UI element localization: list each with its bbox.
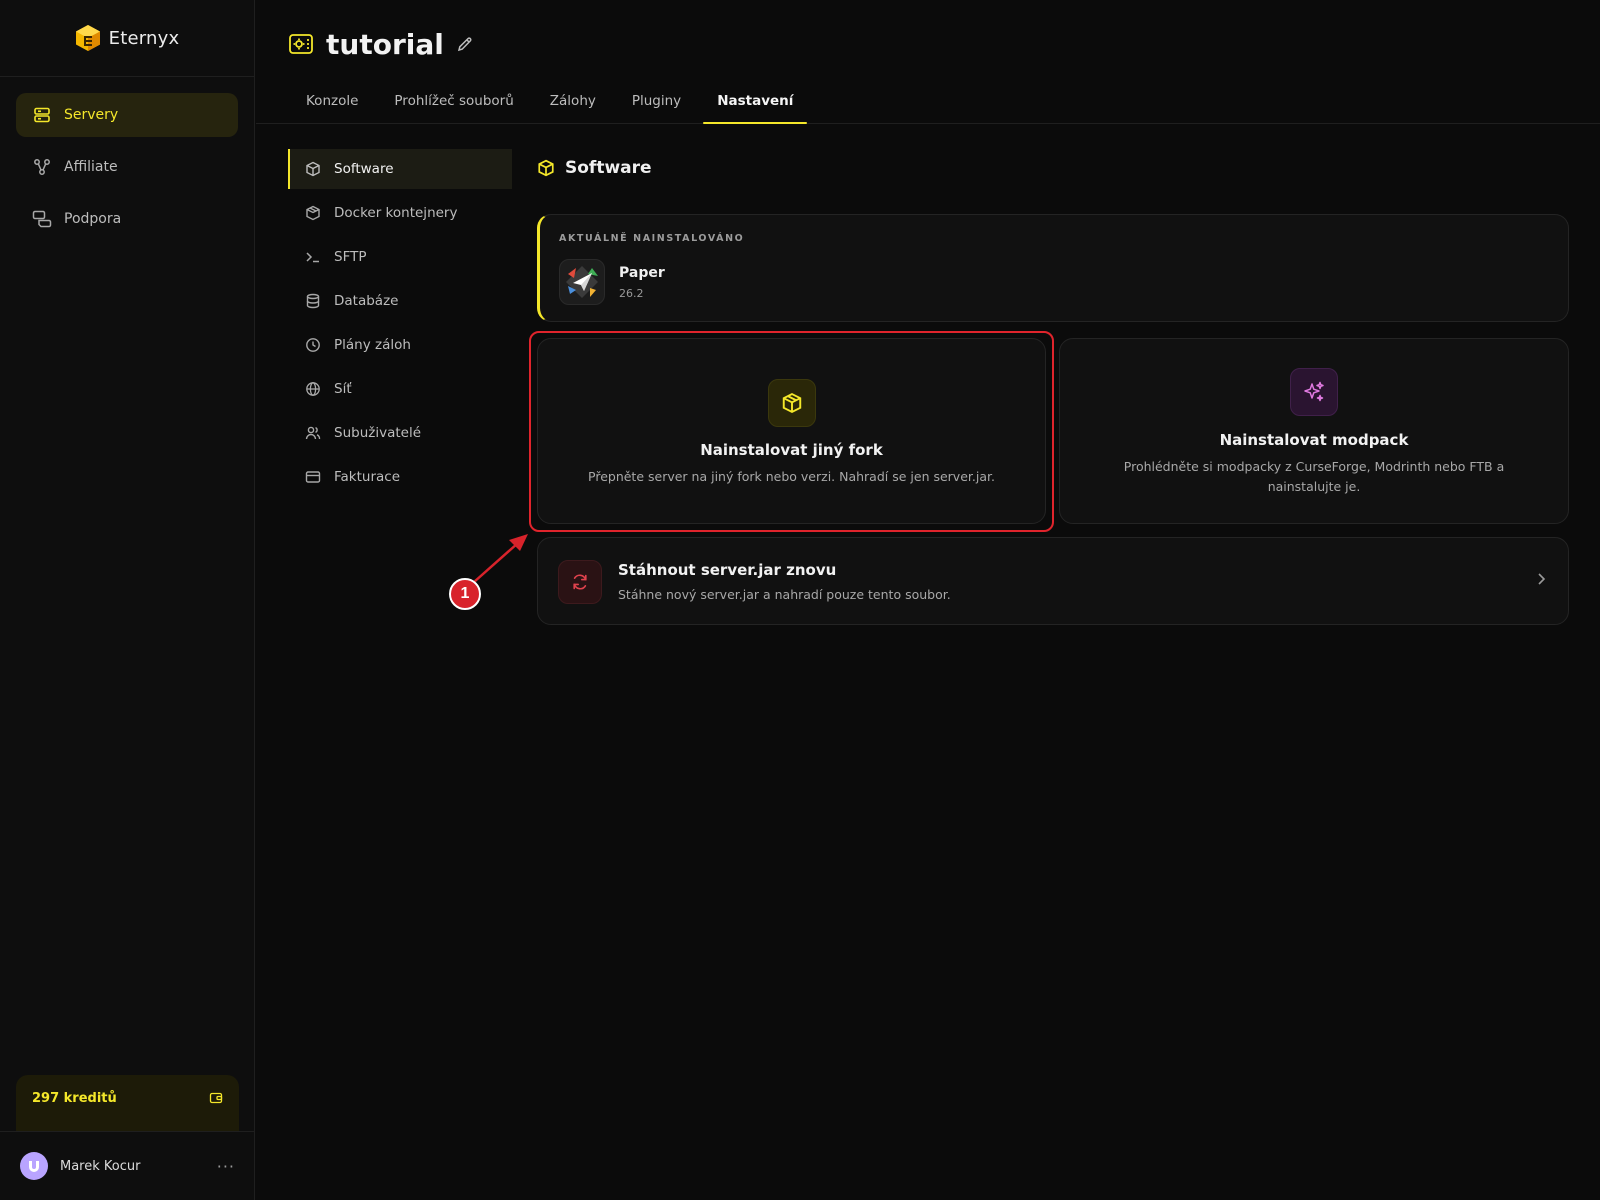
submenu-item-fakturace[interactable]: Fakturace [288,457,512,497]
tab-pluginy[interactable]: Pluginy [614,84,699,124]
sidebar-item-servery[interactable]: Servery [16,93,238,137]
submenu-label: Software [334,161,394,177]
tab-zalohy[interactable]: Zálohy [532,84,614,124]
submenu-item-software[interactable]: Software [288,149,512,189]
more-options-icon[interactable]: ··· [217,1157,235,1176]
main-nav: Servery Affiliate Podpora [0,77,254,257]
section-title: Software [537,156,652,180]
container-icon [304,204,322,222]
page-title: tutorial [326,27,444,61]
clock-icon [304,336,322,354]
submenu-label: SFTP [334,249,367,265]
install-fork-description: Přepněte server na jiný fork nebo verzi.… [588,469,995,484]
submenu-label: Subuživatelé [334,425,422,441]
eternyx-logo-icon [75,24,101,52]
users-icon [304,424,322,442]
redownload-description: Stáhne nový server.jar a nahradí pouze t… [618,587,951,602]
sidebar-item-podpora[interactable]: Podpora [16,197,238,241]
terminal-icon [304,248,322,266]
user-profile[interactable]: Marek Kocur ··· [0,1131,255,1200]
submenu-label: Databáze [334,293,399,309]
server-settings-icon [288,31,314,57]
submenu-label: Síť [334,381,352,397]
install-modpack-title: Nainstalovat modpack [1219,431,1409,449]
install-fork-title: Nainstalovat jiný fork [700,441,883,459]
submenu-label: Plány záloh [334,337,411,353]
sidebar-item-label: Affiliate [64,159,118,175]
share-nodes-icon [32,157,52,177]
title-row: tutorial [288,24,474,64]
currently-installed-label: AKTUÁLNĚ NAINSTALOVÁNO [559,233,745,244]
installed-software-version: 26.2 [619,287,644,300]
box-icon [768,379,816,427]
install-fork-card[interactable]: Nainstalovat jiný fork Přepněte server n… [537,338,1046,524]
tab-konzole[interactable]: Konzole [288,84,376,124]
brand-name: Eternyx [108,27,180,49]
sparkles-icon [1290,368,1338,416]
sidebar-item-label: Podpora [64,211,122,227]
brand[interactable]: Eternyx [0,0,254,77]
box-icon [537,159,555,177]
page-header: tutorial Konzole Prohlížeč souborů Záloh… [256,0,1600,124]
currently-installed-card: AKTUÁLNĚ NAINSTALOVÁNO Paper 26.2 [537,214,1569,322]
submenu-item-sftp[interactable]: SFTP [288,237,512,277]
refresh-icon [558,560,602,604]
install-modpack-description: Prohlédněte si modpacky z CurseForge, Mo… [1123,459,1505,494]
redownload-jar-card[interactable]: Stáhnout server.jar znovu Stáhne nový se… [537,537,1569,625]
submenu-item-sit[interactable]: Síť [288,369,512,409]
edit-pencil-icon[interactable] [456,35,474,53]
globe-icon [304,380,322,398]
server-icon [32,105,52,125]
box-icon [304,160,322,178]
submenu-item-databaze[interactable]: Databáze [288,281,512,321]
user-name: Marek Kocur [60,1158,141,1174]
chat-bubbles-icon [32,209,52,229]
paper-logo-icon [559,259,605,305]
server-tabs: Konzole Prohlížeč souborů Zálohy Pluginy… [288,84,811,124]
avatar [20,1152,48,1180]
tab-prohlizec-souboru[interactable]: Prohlížeč souborů [376,84,531,124]
credit-card-icon [304,468,322,486]
section-title-text: Software [565,158,652,178]
sidebar: Eternyx Servery Affiliate Podpora 297 kr… [0,0,255,1200]
credits-box[interactable]: 297 kreditů [16,1075,239,1131]
redownload-title: Stáhnout server.jar znovu [618,561,837,579]
submenu-item-plany-zaloh[interactable]: Plány záloh [288,325,512,365]
install-modpack-card[interactable]: Nainstalovat modpack Prohlédněte si modp… [1059,338,1569,524]
tab-nastaveni[interactable]: Nastavení [699,84,811,124]
credits-amount: 297 kreditů [32,1091,117,1106]
wallet-icon [209,1091,223,1105]
sidebar-item-affiliate[interactable]: Affiliate [16,145,238,189]
installed-software-name: Paper [619,265,665,281]
chevron-right-icon [1536,572,1546,586]
submenu-label: Fakturace [334,469,401,485]
submenu-item-docker[interactable]: Docker kontejnery [288,193,512,233]
submenu-item-subuzivatele[interactable]: Subuživatelé [288,413,512,453]
submenu-label: Docker kontejnery [334,205,458,221]
database-icon [304,292,322,310]
sidebar-item-label: Servery [64,107,119,123]
settings-submenu: Software Docker kontejnery SFTP Databáze [288,149,512,497]
annotation-badge: 1 [449,578,481,610]
